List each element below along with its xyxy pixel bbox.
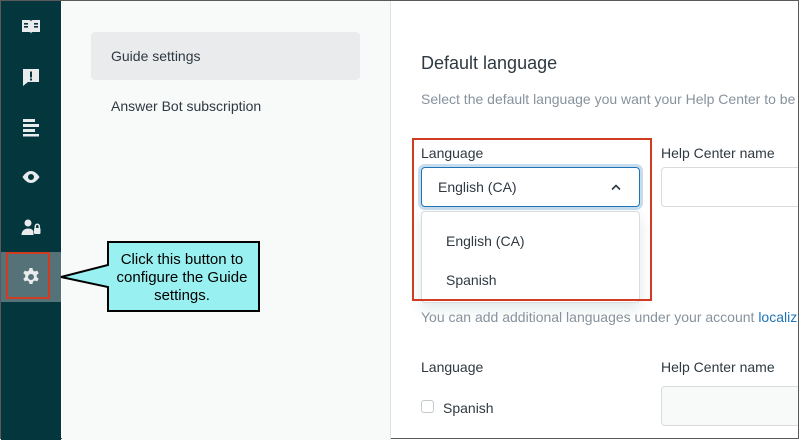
product-sidebar	[1, 1, 61, 440]
user-lock-icon	[21, 219, 41, 235]
sidebar-item-user-permissions[interactable]	[1, 202, 61, 252]
list-icon	[23, 119, 39, 137]
spanish-checkbox-label: Spanish	[443, 400, 494, 416]
book-icon	[22, 20, 40, 34]
subnav-item-guide-settings[interactable]: Guide settings	[91, 32, 360, 80]
note-text: You can add additional languages under y…	[421, 309, 759, 325]
language-label-2: Language	[421, 359, 484, 375]
subnav-item-label: Guide settings	[111, 48, 201, 64]
help-center-name-label-2: Help Center name	[661, 359, 775, 375]
annotation-highlight-box	[412, 138, 652, 301]
eye-icon	[22, 171, 40, 183]
sidebar-item-arrange[interactable]	[1, 102, 61, 152]
localization-link[interactable]: localiza	[758, 309, 798, 325]
sidebar-item-knowledge[interactable]	[1, 2, 61, 52]
sidebar-item-settings[interactable]	[1, 252, 61, 302]
sidebar-item-alerts[interactable]	[1, 52, 61, 102]
callout-text: Click this button to configure the Guide…	[116, 251, 248, 304]
help-center-name-input-2[interactable]	[661, 386, 798, 426]
subnav-item-label: Answer Bot subscription	[111, 98, 262, 114]
subnav-item-answer-bot[interactable]: Answer Bot subscription	[91, 82, 360, 130]
alert-icon	[23, 69, 39, 86]
spanish-checkbox[interactable]	[421, 400, 434, 413]
section-description: Select the default language you want you…	[421, 91, 796, 107]
main-content: Default language Select the default lang…	[391, 1, 798, 440]
help-center-name-label: Help Center name	[661, 145, 775, 161]
gear-icon	[23, 268, 39, 284]
sidebar-item-preview[interactable]	[1, 152, 61, 202]
help-center-name-input[interactable]	[661, 167, 798, 207]
section-title: Default language	[421, 53, 558, 73]
settings-subnav: Guide settings Answer Bot subscription	[62, 1, 391, 440]
additional-languages-note: You can add additional languages under y…	[421, 309, 798, 325]
